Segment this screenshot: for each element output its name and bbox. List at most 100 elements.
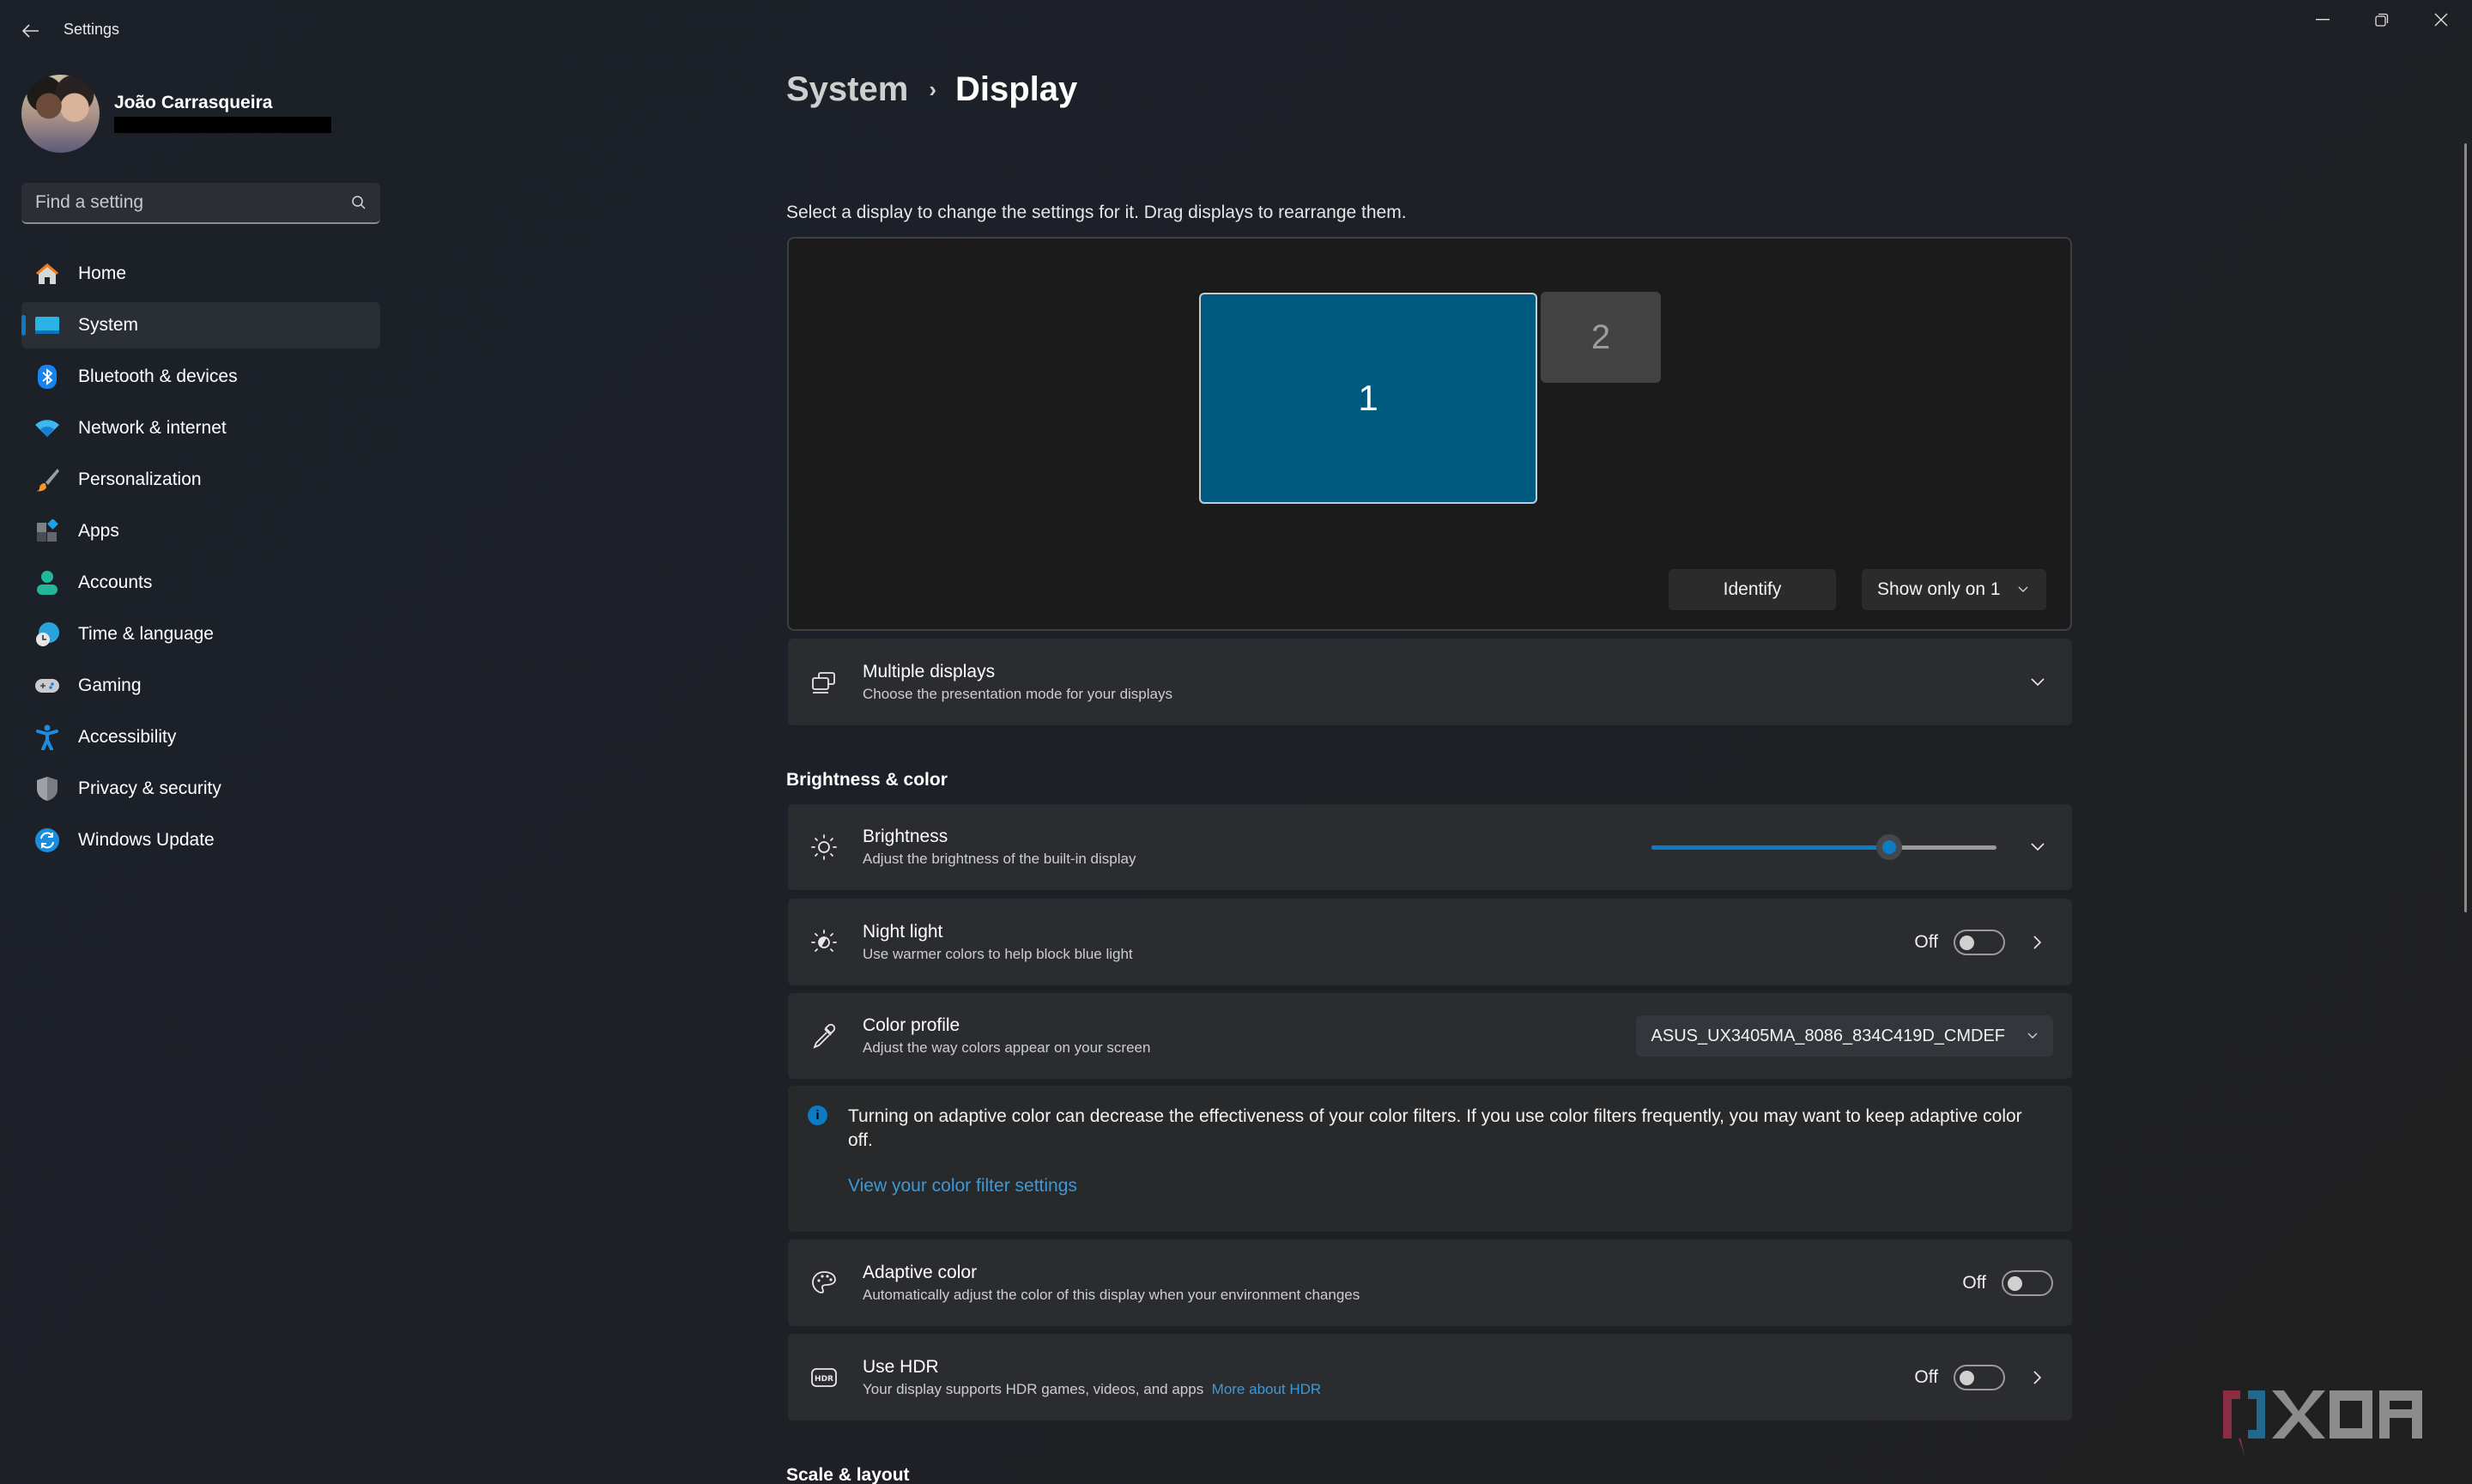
svg-text:HDR: HDR [815,1375,833,1384]
monitor-2[interactable]: 2 [1541,292,1661,383]
sidebar-item-gaming[interactable]: Gaming [21,663,380,709]
night-light-icon [807,925,841,960]
close-button[interactable] [2412,0,2470,39]
sidebar-item-apps[interactable]: Apps [21,508,380,554]
home-icon [34,261,60,287]
brightness-title: Brightness [863,827,948,846]
hdr-state: Off [1914,1366,1938,1387]
brush-icon [34,467,60,493]
night-light-title: Night light [863,921,943,942]
slider-thumb[interactable] [1876,834,1903,860]
hdr-card[interactable]: HDR Use HDR Your display supports HDR ga… [788,1334,2072,1420]
display-arrangement: 1 2 Identify Show only on 1 [787,237,2072,631]
sidebar-item-personalization[interactable]: Personalization [21,457,380,503]
color-profile-value: ASUS_UX3405MA_8086_834C419D_CMDEF [1651,1026,2005,1045]
sidebar-item-home[interactable]: Home [21,251,380,297]
search-box[interactable] [21,183,380,224]
sidebar-item-system[interactable]: System [21,302,380,348]
hdr-toggle[interactable] [1954,1364,2005,1390]
multiple-displays-card[interactable]: Multiple displays Choose the presentatio… [788,639,2072,725]
color-filter-settings-link[interactable]: View your color filter settings [848,1176,1077,1196]
display-mode-value: Show only on 1 [1877,579,2001,599]
xda-logo-icon [2223,1390,2422,1456]
info-icon: i [808,1105,827,1125]
minimize-icon [2316,19,2330,21]
color-profile-title: Color profile [863,1015,960,1035]
night-light-toggle[interactable] [1954,929,2005,955]
close-icon [2434,13,2448,27]
minimize-button[interactable] [2293,0,2352,39]
eyedropper-icon [807,1019,841,1053]
hdr-subtitle-row: Your display supports HDR games, videos,… [863,1381,1321,1398]
user-name: João Carrasqueira [114,93,273,112]
chevron-down-icon [2031,677,2045,686]
search-icon[interactable] [351,195,367,210]
xda-watermark [2221,1389,2453,1457]
slider-fill [1651,845,1890,850]
hdr-subtitle: Your display supports HDR games, videos,… [863,1380,1204,1397]
multiple-displays-icon [807,665,841,700]
monitor-1[interactable]: 1 [1199,293,1537,504]
sidebar-item-accounts[interactable]: Accounts [21,560,380,606]
apps-icon [34,518,60,544]
bluetooth-icon [34,364,60,390]
chevron-right-icon [2033,935,2042,949]
multiple-displays-title: Multiple displays [863,661,996,681]
sidebar-item-network[interactable]: Network & internet [21,405,380,451]
globe-clock-icon [34,621,60,647]
sidebar-item-privacy[interactable]: Privacy & security [21,766,380,812]
adaptive-color-toggle[interactable] [2002,1269,2053,1296]
sidebar-item-time-language[interactable]: Time & language [21,611,380,657]
chevron-right-icon [2033,1370,2042,1384]
back-arrow-icon [22,24,39,38]
shield-icon [34,776,60,802]
brightness-card: Brightness Adjust the brightness of the … [788,804,2072,890]
more-about-hdr-link[interactable]: More about HDR [1212,1381,1322,1397]
brightness-icon [807,830,841,864]
avatar[interactable] [21,75,100,153]
chevron-down-icon [2018,586,2028,592]
multiple-displays-subtitle: Choose the presentation mode for your di… [863,685,1172,702]
arrangement-description: Select a display to change the settings … [786,203,1407,222]
account-icon [34,570,60,596]
info-text: Turning on adaptive color can decrease t… [848,1106,2022,1150]
expand-brightness-button[interactable] [2022,832,2053,863]
accessibility-icon [34,724,60,750]
user-email-redacted [114,117,331,133]
sidebar-item-accessibility[interactable]: Accessibility [21,714,380,760]
adaptive-color-subtitle: Automatically adjust the color of this d… [863,1286,1360,1303]
adaptive-color-state: Off [1962,1272,1986,1293]
display-mode-select[interactable]: Show only on 1 [1862,569,2046,610]
adaptive-color-card: Adaptive color Automatically adjust the … [788,1239,2072,1326]
night-light-card[interactable]: Night light Use warmer colors to help bl… [788,899,2072,985]
palette-icon [807,1266,841,1300]
identify-button[interactable]: Identify [1669,569,1836,610]
scrollbar[interactable] [2464,143,2467,912]
sidebar-nav: Home System Bluetooth & devices Network … [21,251,380,869]
brightness-subtitle: Adjust the brightness of the built-in di… [863,851,1136,867]
page-title: Display [954,70,1078,108]
restore-button[interactable] [2353,0,2411,39]
hdr-open-button[interactable] [2022,1362,2053,1393]
back-button[interactable] [15,15,46,46]
breadcrumb-system[interactable]: System [786,70,908,109]
color-profile-subtitle: Adjust the way colors appear on your scr… [863,1039,1151,1056]
night-light-state: Off [1914,931,1938,952]
color-profile-select[interactable]: ASUS_UX3405MA_8086_834C419D_CMDEF [1635,1015,2053,1057]
search-input[interactable] [35,192,351,213]
app-title: Settings [64,21,120,38]
night-light-open-button[interactable] [2022,927,2053,958]
wifi-icon [34,415,60,441]
adaptive-color-title: Adaptive color [863,1262,978,1282]
hdr-icon: HDR [807,1360,841,1395]
hdr-title: Use HDR [863,1356,939,1377]
sidebar-item-windows-update[interactable]: Windows Update [21,817,380,863]
brightness-slider[interactable] [1651,834,1996,860]
expand-multiple-displays-button[interactable] [2022,667,2053,698]
chevron-down-icon [2031,843,2045,851]
sidebar-item-bluetooth[interactable]: Bluetooth & devices [21,354,380,400]
night-light-subtitle: Use warmer colors to help block blue lig… [863,945,1133,962]
section-scale-layout: Scale & layout [786,1465,910,1484]
breadcrumb-separator-icon: › [929,76,936,102]
adaptive-color-info: i Turning on adaptive color can decrease… [788,1086,2072,1232]
